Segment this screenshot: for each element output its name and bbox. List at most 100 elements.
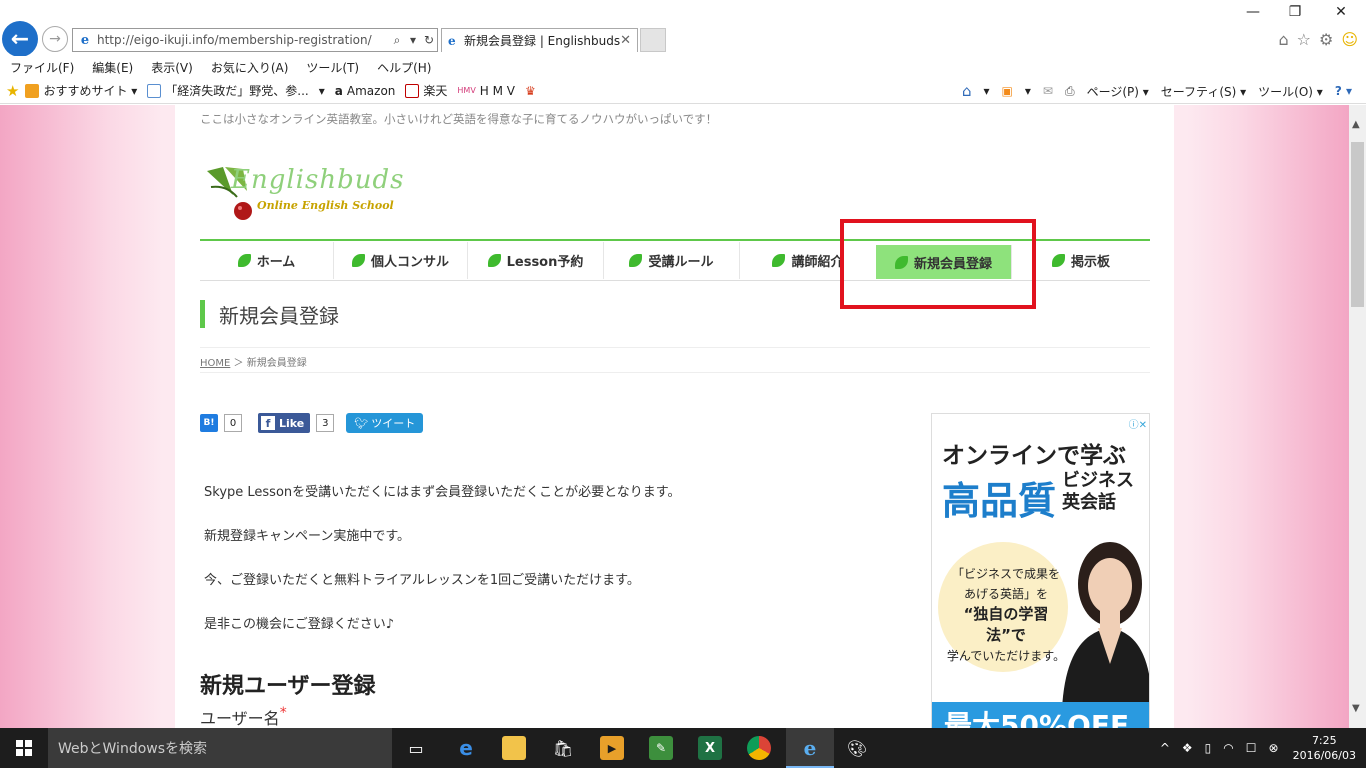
paragraph: 今、ご登録いただくと無料トライアルレッスンを1回ご受講いただけます。 bbox=[204, 573, 640, 588]
refresh-icon[interactable]: ↻ bbox=[421, 33, 437, 47]
tray-chevron-icon[interactable]: ^ bbox=[1160, 741, 1170, 755]
dropdown-icon[interactable]: ▾ bbox=[405, 33, 421, 47]
search-icon[interactable]: ⌕ bbox=[389, 33, 405, 48]
fav-item-dropdown[interactable]: ▾ bbox=[319, 84, 325, 98]
breadcrumb-separator: ＞ bbox=[230, 358, 247, 369]
menu-help[interactable]: ヘルプ(H) bbox=[377, 59, 431, 76]
minimize-button[interactable]: — bbox=[1230, 4, 1276, 20]
facebook-count: 3 bbox=[316, 414, 335, 432]
app-icon[interactable]: ✎ bbox=[649, 736, 673, 760]
facebook-like-button[interactable]: f Like bbox=[258, 413, 311, 433]
fav-item-hmv[interactable]: HMV H M V bbox=[457, 84, 515, 98]
cmd-home-dropdown[interactable]: ▾ bbox=[984, 84, 990, 98]
taskbar-clock[interactable]: 7:25 2016/06/03 bbox=[1293, 733, 1356, 763]
vertical-scrollbar[interactable]: ▲ ▼ bbox=[1349, 105, 1366, 728]
forward-button[interactable]: → bbox=[42, 26, 68, 52]
menu-bar: ファイル(F) 編集(E) 表示(V) お気に入り(A) ツール(T) ヘルプ(… bbox=[0, 56, 1366, 78]
leaf-icon bbox=[772, 254, 786, 267]
cmd-page-menu[interactable]: ページ(P) ▾ bbox=[1087, 83, 1149, 100]
breadcrumb-home-link[interactable]: HOME bbox=[200, 358, 230, 369]
fav-item-amazon[interactable]: a Amazon bbox=[335, 84, 396, 98]
media-player-icon[interactable]: ▶ bbox=[600, 736, 624, 760]
address-bar[interactable]: e http://eigo-ikuji.info/membership-regi… bbox=[72, 28, 438, 52]
fav-item-news[interactable]: 「経済失政だ」野党、参... bbox=[147, 82, 309, 99]
cmd-safety-menu[interactable]: セーフティ(S) ▾ bbox=[1161, 83, 1246, 100]
start-button[interactable] bbox=[0, 728, 48, 768]
ad-circle-text: 「ビジネスで成果を あげる英語」を “独自の学習法”で 学んでいただけます。 bbox=[946, 567, 1066, 663]
tab-active[interactable]: e 新規会員登録 | Englishbuds ✕ bbox=[441, 28, 638, 52]
ad-info-close-icon[interactable]: ⓘ✕ bbox=[1129, 416, 1147, 431]
leaf-icon bbox=[629, 254, 643, 267]
favorites-star-add-icon[interactable]: ★ bbox=[6, 82, 19, 100]
clock-date: 2016/06/03 bbox=[1292, 749, 1356, 762]
internet-explorer-icon[interactable]: e bbox=[798, 736, 822, 760]
menu-file[interactable]: ファイル(F) bbox=[10, 59, 74, 76]
paragraph: 是非この機会にご登録ください♪ bbox=[204, 617, 395, 632]
close-window-button[interactable]: ✕ bbox=[1318, 4, 1364, 20]
file-explorer-icon[interactable] bbox=[502, 736, 526, 760]
menu-view[interactable]: 表示(V) bbox=[151, 59, 193, 76]
registration-section-title: 新規ユーザー登録 bbox=[200, 674, 376, 699]
ad-banner[interactable]: ⓘ✕ オンラインで学ぶ 高品質 ビジネス 英会話 「ビジネスで成果を あげる英語」… bbox=[931, 413, 1150, 728]
task-view-icon[interactable]: ▭ bbox=[404, 736, 428, 760]
scroll-thumb[interactable] bbox=[1351, 142, 1364, 307]
cmd-help-menu[interactable]: ? ▾ bbox=[1335, 84, 1352, 98]
hatena-bookmark-button[interactable]: B! bbox=[200, 414, 218, 432]
settings-gear-icon[interactable]: ⚙ bbox=[1319, 30, 1333, 49]
smiley-feedback-icon[interactable]: ☺ bbox=[1341, 30, 1358, 49]
chrome-icon[interactable] bbox=[747, 736, 771, 760]
fav-item-rakuten[interactable]: 楽天 bbox=[405, 82, 447, 99]
tray-wifi-icon[interactable]: ◠ bbox=[1223, 741, 1233, 755]
red-highlight-box bbox=[840, 219, 1036, 309]
nav-home[interactable]: ホーム bbox=[200, 242, 334, 279]
windows-taskbar: WebとWindowsを検索 ▭ e 🛍︎ ▶ ✎ X e 🎨︎ ^ ❖ ▯ ◠… bbox=[0, 728, 1366, 768]
tab-title: 新規会員登録 | Englishbuds bbox=[464, 34, 621, 48]
windows-logo-icon bbox=[16, 740, 32, 756]
tray-device-icon[interactable]: ▯ bbox=[1205, 741, 1212, 755]
ad-headline-3: ビジネス 英会話 bbox=[1062, 470, 1134, 513]
tweet-button[interactable]: 🐦︎ ツイート bbox=[346, 413, 424, 433]
ie-page-icon: e bbox=[80, 32, 90, 48]
hatena-count: 0 bbox=[224, 414, 242, 432]
cmd-rss-dropdown[interactable]: ▾ bbox=[1025, 84, 1031, 98]
page-viewport[interactable]: ここは小さなオンライン英語教室。小さいけれど英語を得意な子に育てるノウハウがいっ… bbox=[0, 105, 1349, 728]
tray-notification-icon[interactable]: ☐ bbox=[1246, 741, 1257, 755]
twitter-bird-icon: 🐦︎ bbox=[354, 416, 369, 430]
ad-headline-1: オンラインで学ぶ bbox=[942, 443, 1126, 469]
store-icon[interactable]: 🛍︎ bbox=[551, 736, 575, 760]
taskbar-search-box[interactable]: WebとWindowsを検索 bbox=[48, 728, 392, 768]
cmd-mail-icon[interactable]: ✉ bbox=[1043, 84, 1053, 98]
cmd-rss-icon[interactable]: ▣ bbox=[1002, 84, 1013, 98]
cmd-print-icon[interactable]: ⎙ bbox=[1065, 84, 1075, 99]
fav-item-recommended[interactable]: おすすめサイト ▾ bbox=[25, 82, 137, 99]
scroll-up-arrow-icon[interactable]: ▲ bbox=[1352, 119, 1360, 130]
favorites-star-icon[interactable]: ☆ bbox=[1297, 30, 1311, 49]
home-icon[interactable]: ⌂ bbox=[1278, 30, 1288, 49]
excel-icon[interactable]: X bbox=[698, 736, 722, 760]
menu-edit[interactable]: 編集(E) bbox=[92, 59, 133, 76]
username-label: ユーザー名* bbox=[200, 705, 287, 728]
system-tray: ^ ❖ ▯ ◠ ☐ ⊗ 7:25 2016/06/03 bbox=[1148, 728, 1356, 768]
menu-tools[interactable]: ツール(T) bbox=[306, 59, 359, 76]
address-url[interactable]: http://eigo-ikuji.info/membership-regist… bbox=[97, 33, 389, 47]
scroll-down-arrow-icon[interactable]: ▼ bbox=[1352, 703, 1360, 714]
site-logo-title[interactable]: Englishbuds bbox=[231, 165, 404, 195]
divider bbox=[200, 347, 1150, 348]
nav-lesson-booking[interactable]: Lesson予約 bbox=[468, 242, 604, 279]
tray-dropbox-icon[interactable]: ❖ bbox=[1182, 741, 1193, 755]
restore-button[interactable]: ❐ bbox=[1272, 4, 1318, 20]
menu-favorites[interactable]: お気に入り(A) bbox=[211, 59, 289, 76]
paragraph: Skype Lessonを受講いただくにはまず会員登録いただくことが必要となりま… bbox=[204, 485, 681, 500]
nav-consult[interactable]: 個人コンサル bbox=[334, 242, 468, 279]
paint-icon[interactable]: 🎨︎ bbox=[845, 736, 869, 760]
cmd-home-icon[interactable]: ⌂ bbox=[962, 82, 972, 100]
new-tab-button[interactable] bbox=[640, 28, 666, 52]
nav-rules[interactable]: 受講ルール bbox=[604, 242, 740, 279]
back-button[interactable]: ← bbox=[2, 21, 38, 57]
fav-item-crown[interactable]: ♛ bbox=[525, 84, 536, 98]
cmd-tools-menu[interactable]: ツール(O) ▾ bbox=[1258, 83, 1323, 100]
edge-icon[interactable]: e bbox=[454, 736, 478, 760]
clock-time: 7:25 bbox=[1311, 734, 1337, 747]
tray-close-icon[interactable]: ⊗ bbox=[1269, 741, 1279, 755]
tab-close-icon[interactable]: ✕ bbox=[620, 33, 631, 48]
